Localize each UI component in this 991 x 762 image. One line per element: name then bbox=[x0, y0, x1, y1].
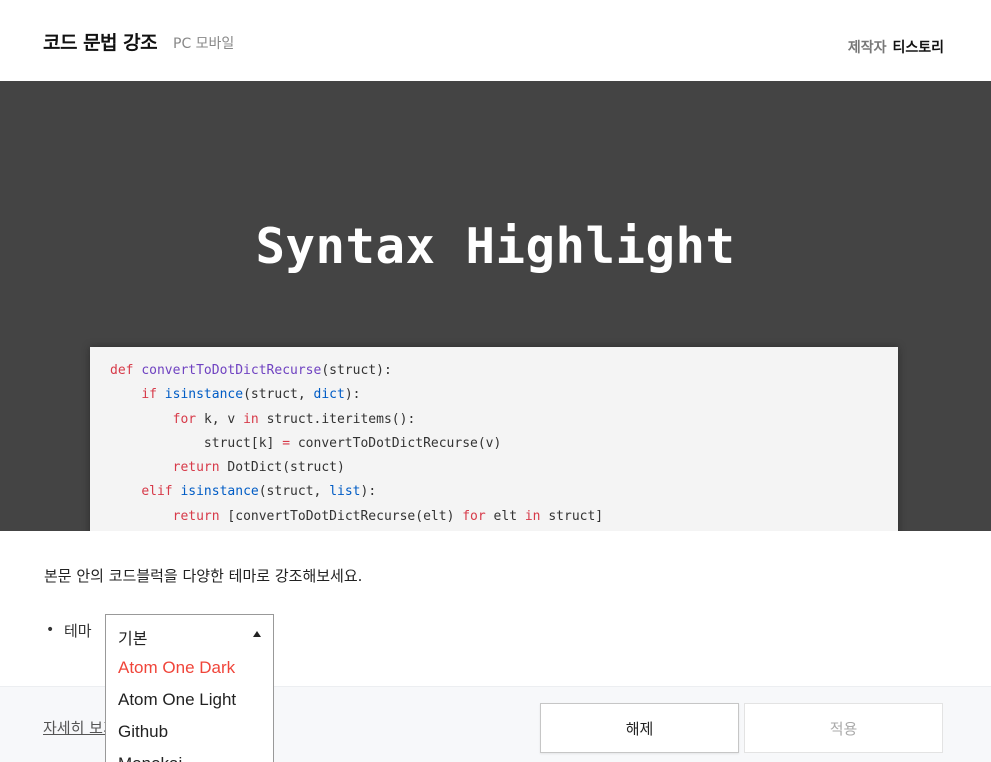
code-token: in bbox=[524, 508, 549, 524]
code-token: in bbox=[243, 411, 267, 427]
theme-option[interactable]: Monokai bbox=[118, 754, 182, 762]
caret-up-icon[interactable] bbox=[253, 631, 261, 637]
code-token: convertToDotDictRecurse bbox=[141, 363, 322, 378]
code-token: (struct, bbox=[243, 387, 314, 403]
code-line: for k, v in struct.iteritems(): bbox=[110, 408, 878, 432]
code-line: if isinstance(struct, dict): bbox=[110, 383, 878, 407]
code-token: [convertToDotDictRecurse(elt) bbox=[227, 508, 463, 524]
theme-select-value[interactable]: 기본 bbox=[118, 625, 147, 649]
theme-option[interactable]: Atom One Light bbox=[118, 690, 236, 710]
code-line: elif isinstance(struct, list): bbox=[110, 480, 878, 504]
theme-option[interactable]: Github bbox=[118, 722, 168, 742]
author-info: 제작자 티스토리 bbox=[848, 37, 944, 57]
code-token: struct[k] bbox=[110, 435, 283, 451]
release-button[interactable]: 해제 bbox=[540, 703, 739, 753]
code-token: (struct): bbox=[321, 363, 392, 378]
code-token: isinstance bbox=[180, 484, 259, 500]
code-token: def bbox=[110, 363, 142, 378]
code-token: k, v bbox=[203, 411, 244, 427]
theme-option[interactable]: Atom One Dark bbox=[118, 658, 235, 678]
code-token: if bbox=[141, 387, 165, 403]
code-token: isinstance bbox=[164, 387, 244, 403]
page-header: 코드 문법 강조 PC 모바일 제작자 티스토리 bbox=[0, 0, 991, 81]
apply-button[interactable]: 적용 bbox=[744, 703, 943, 753]
code-token: elt bbox=[493, 508, 525, 524]
code-token: struct] bbox=[548, 508, 604, 524]
code-token: ): bbox=[344, 387, 361, 403]
code-token: list bbox=[329, 484, 361, 500]
code-token: return bbox=[172, 460, 228, 476]
hero-banner: Syntax Highlight def convertToDotDictRec… bbox=[0, 81, 991, 531]
author-name: 티스토리 bbox=[892, 40, 944, 56]
code-line: def convertToDotDictRecurse(struct): bbox=[110, 359, 878, 383]
code-token: convertToDotDictRecurse(v) bbox=[297, 435, 502, 451]
theme-label: 테마 bbox=[64, 622, 92, 640]
plugin-description: 본문 안의 코드블럭을 다양한 테마로 강조해보세요. bbox=[44, 567, 363, 585]
theme-select[interactable]: 기본 Atom One Dark Atom One Light Github Mono… bbox=[105, 614, 274, 762]
code-token: ): bbox=[360, 484, 377, 500]
code-token: for bbox=[172, 411, 204, 427]
code-token: (struct, bbox=[258, 484, 330, 500]
code-token: DotDict(struct) bbox=[227, 460, 345, 476]
code-token: for bbox=[462, 508, 494, 524]
code-line: struct[k] = convertToDotDictRecurse(v) bbox=[110, 432, 878, 456]
code-token: struct.iteritems(): bbox=[266, 411, 416, 427]
code-token: = bbox=[282, 435, 298, 451]
code-line: return [convertToDotDictRecurse(elt) for… bbox=[110, 505, 878, 529]
code-line: return DotDict(struct) bbox=[110, 456, 878, 480]
code-token: return bbox=[172, 508, 228, 524]
bullet-marker: • bbox=[46, 622, 55, 638]
code-preview: def convertToDotDictRecurse(struct): if … bbox=[90, 347, 898, 531]
hero-title: Syntax Highlight bbox=[255, 218, 736, 275]
platform-label: PC 모바일 bbox=[173, 36, 235, 52]
code-token: dict bbox=[313, 387, 345, 403]
author-label: 제작자 bbox=[847, 40, 887, 56]
code-token: elif bbox=[141, 484, 181, 500]
page-title: 코드 문법 강조 bbox=[43, 32, 158, 54]
